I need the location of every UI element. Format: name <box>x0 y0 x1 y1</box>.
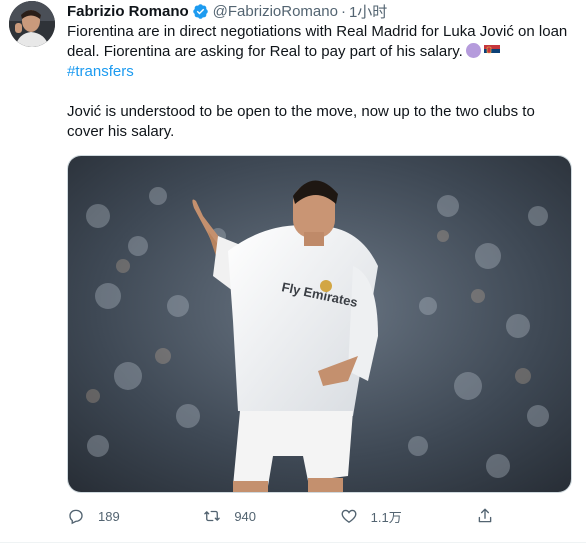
tweet-paragraph-2: Jović is understood to be open to the mo… <box>67 103 535 140</box>
timestamp[interactable]: 1小时 <box>349 1 387 22</box>
reply-icon <box>69 509 83 525</box>
serbia-flag-icon <box>483 45 500 57</box>
tweet-content: Fabrizio Romano @FabrizioRomano · 1小时 Fi… <box>67 0 572 142</box>
reply-count: 189 <box>98 508 120 524</box>
author-handle[interactable]: @FabrizioRomano <box>213 3 338 20</box>
purple-circle-emoji-icon <box>465 43 481 58</box>
separator-dot: · <box>340 2 346 20</box>
retweet-count: 940 <box>234 508 257 524</box>
like-button[interactable]: 1.1万 <box>340 507 430 526</box>
verified-badge-icon <box>192 3 209 20</box>
like-count: 1.1万 <box>370 509 402 525</box>
avatar[interactable] <box>9 1 55 47</box>
tweet-actions: 189 940 1.1万 <box>67 503 507 529</box>
tweet-photo[interactable]: Fly Emirates <box>67 155 572 493</box>
hashtag-link[interactable]: #transfers <box>67 63 134 80</box>
tweet-header: Fabrizio Romano @FabrizioRomano · 1小时 <box>67 0 572 22</box>
share-icon <box>478 508 492 523</box>
reply-button[interactable]: 189 <box>67 507 157 525</box>
author-name[interactable]: Fabrizio Romano <box>67 3 189 20</box>
share-button[interactable] <box>476 507 507 525</box>
heart-icon <box>341 509 357 523</box>
tweet-text: Fiorentina are in direct negotiations wi… <box>67 22 572 142</box>
retweet-icon <box>204 510 221 522</box>
retweet-button[interactable]: 940 <box>203 507 293 525</box>
tweet-card[interactable]: Fabrizio Romano @FabrizioRomano · 1小时 Fi… <box>0 0 586 543</box>
tweet-paragraph-1: Fiorentina are in direct negotiations wi… <box>67 22 572 62</box>
